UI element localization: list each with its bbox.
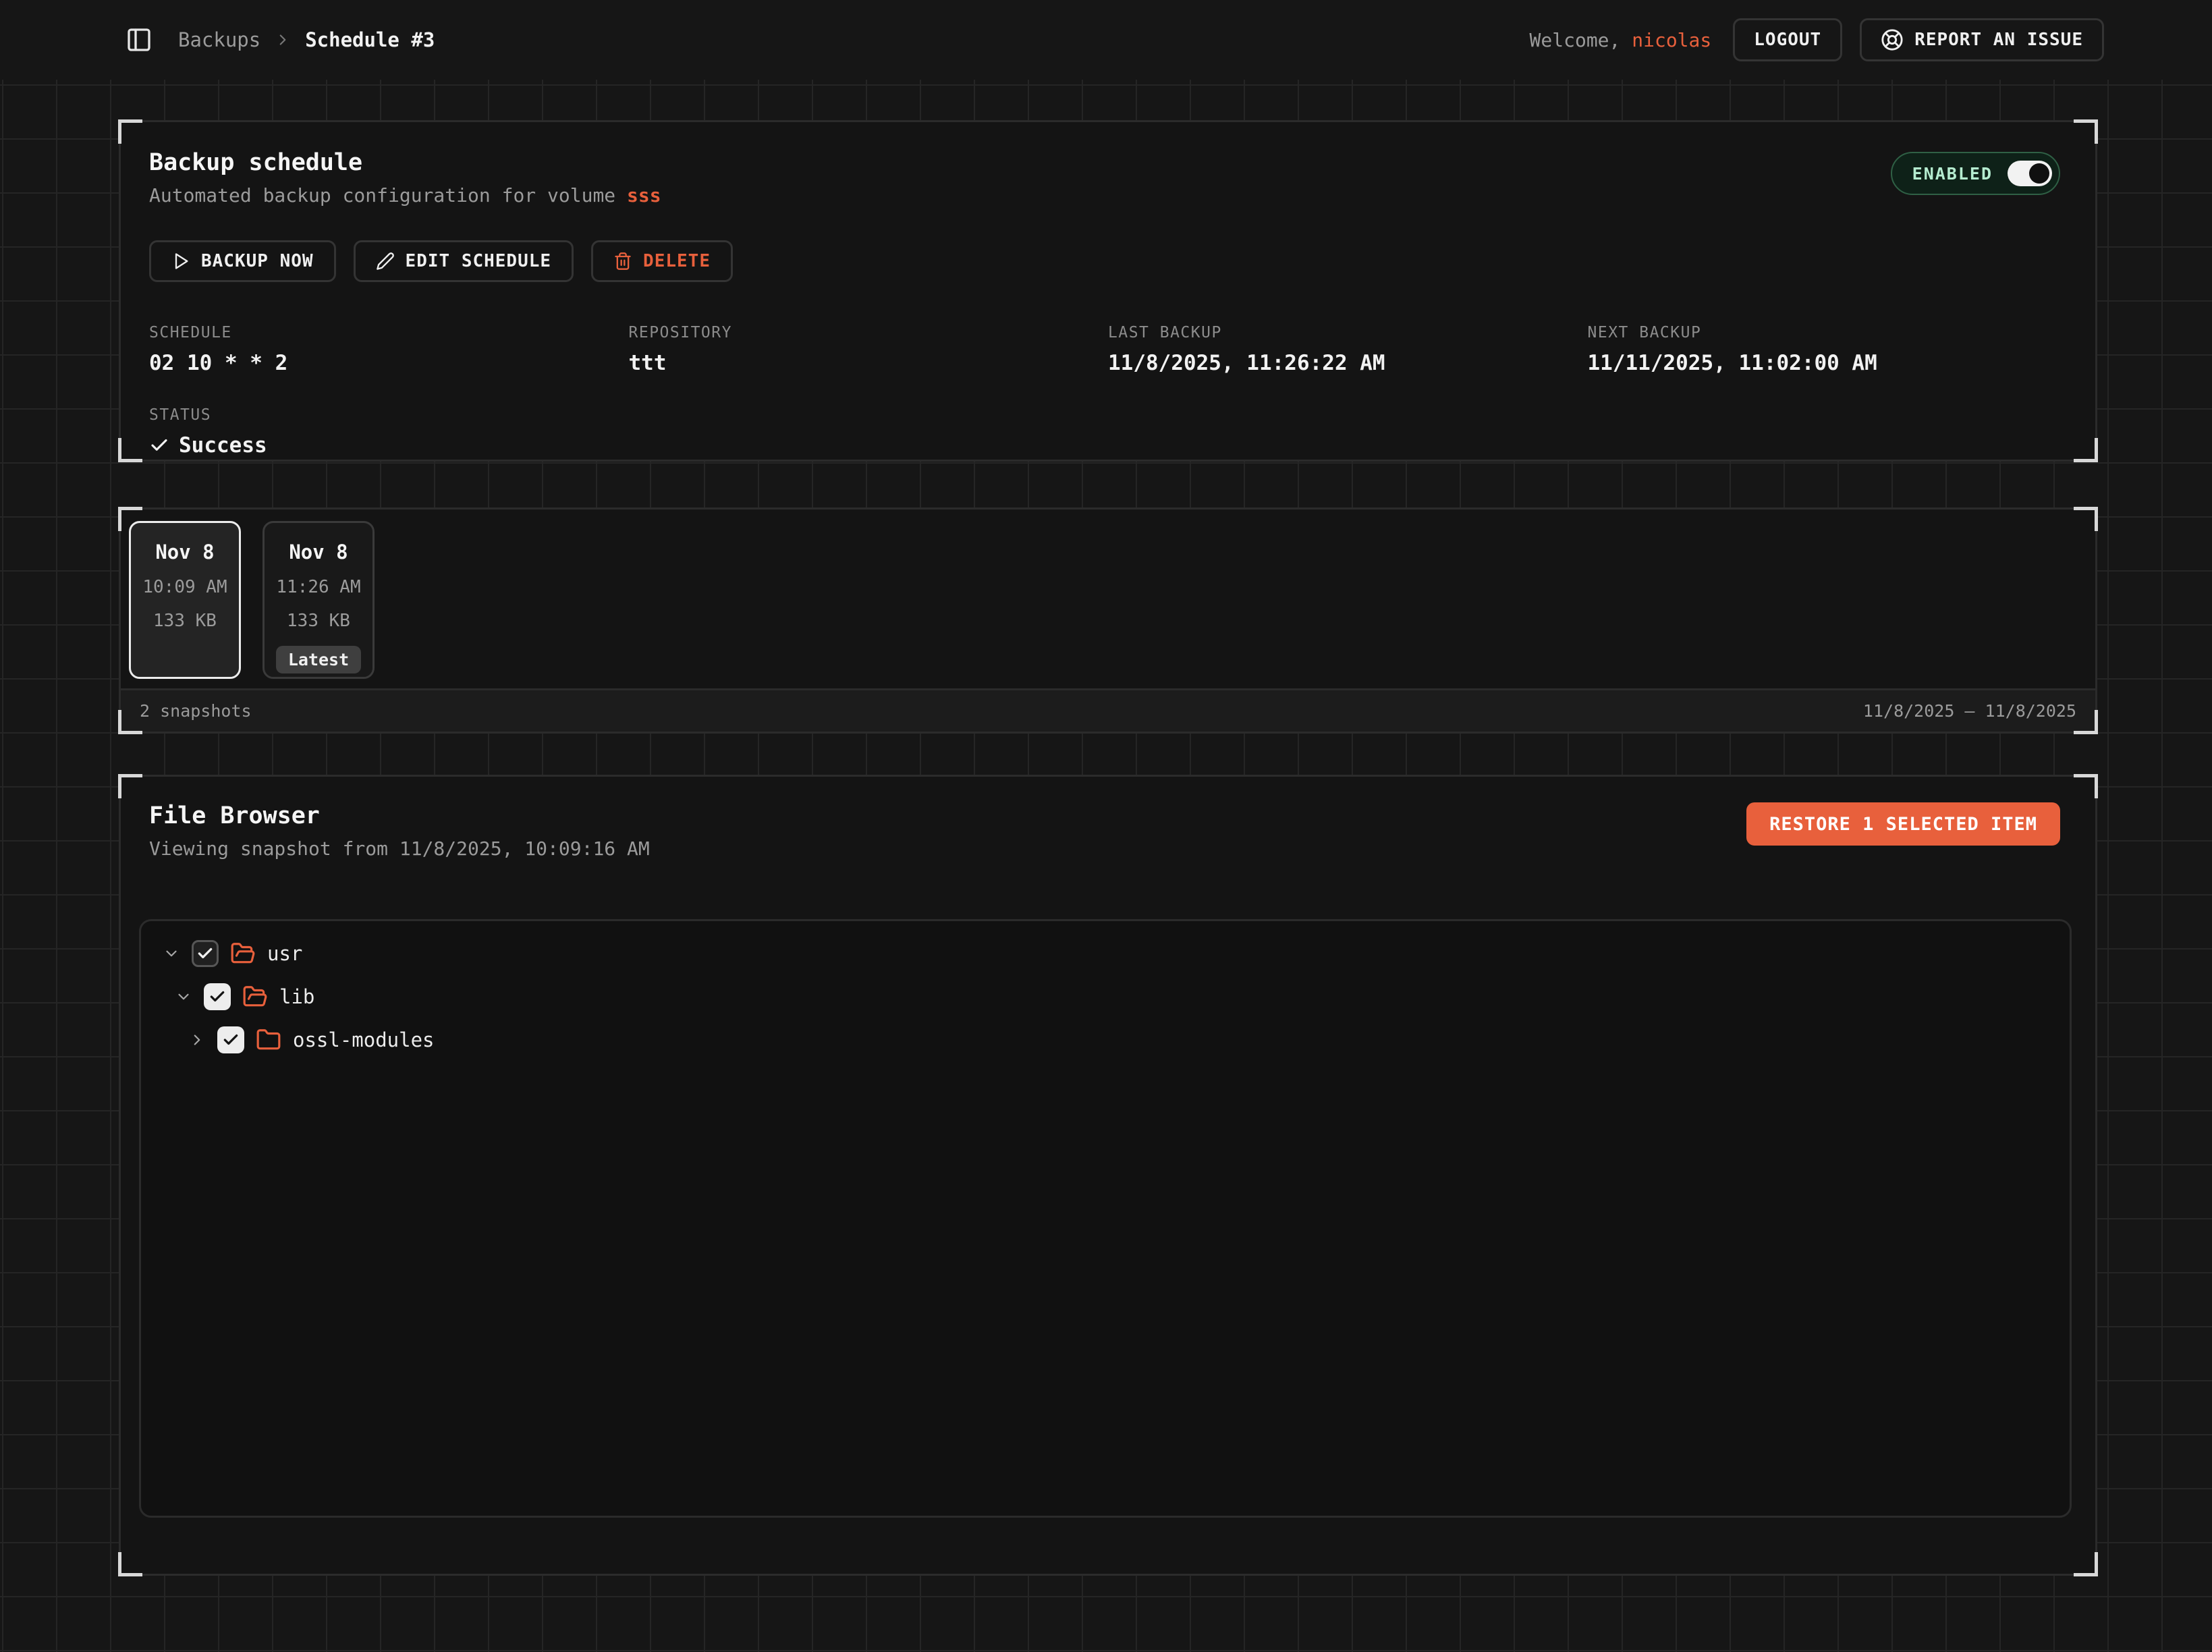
file-tree: usr lib ossl-modules: [139, 919, 2072, 1518]
corner-bracket: [118, 710, 142, 734]
corner-bracket: [118, 119, 142, 144]
corner-bracket: [2074, 774, 2098, 798]
field-last-backup: LAST BACKUP 11/8/2025, 11:26:22 AM: [1108, 324, 1588, 375]
restore-selected-button[interactable]: RESTORE 1 SELECTED ITEM: [1746, 802, 2060, 846]
logout-button[interactable]: LOGOUT: [1733, 18, 1842, 61]
corner-bracket: [118, 1552, 142, 1576]
file-browser-card: File Browser Viewing snapshot from 11/8/…: [119, 775, 2097, 1576]
edit-schedule-button[interactable]: EDIT SCHEDULE: [354, 240, 574, 282]
play-icon: [171, 252, 190, 271]
chevron-down-icon[interactable]: [175, 988, 192, 1006]
tree-row-ossl-modules[interactable]: ossl-modules: [141, 1018, 2070, 1062]
file-browser-subtitle: Viewing snapshot from 11/8/2025, 10:09:1…: [149, 837, 650, 860]
chevron-right-icon: [274, 31, 292, 49]
field-schedule: SCHEDULE 02 10 * * 2: [149, 324, 629, 375]
enabled-toggle[interactable]: ENABLED: [1891, 152, 2060, 195]
tree-row-usr[interactable]: usr: [141, 932, 2070, 975]
tree-row-lib[interactable]: lib: [141, 975, 2070, 1018]
panel-left-icon: [126, 26, 153, 53]
username: nicolas: [1632, 29, 1711, 51]
toggle-switch[interactable]: [2008, 161, 2052, 186]
backup-now-button[interactable]: BACKUP NOW: [149, 240, 336, 282]
top-bar: Backups Schedule #3 Welcome, nicolas LOG…: [0, 0, 2212, 80]
enabled-label: ENABLED: [1912, 164, 1993, 184]
checkbox-ossl-modules[interactable]: [217, 1026, 244, 1053]
field-repository: REPOSITORY ttt: [629, 324, 1109, 375]
breadcrumb-current: Schedule #3: [305, 28, 435, 51]
toggle-knob: [2029, 163, 2049, 184]
breadcrumb: Backups Schedule #3: [178, 28, 435, 51]
latest-badge: Latest: [276, 646, 361, 673]
file-browser-title: File Browser: [149, 802, 650, 829]
trash-icon: [613, 252, 632, 271]
corner-bracket: [2074, 507, 2098, 531]
sidebar-toggle-button[interactable]: [126, 26, 153, 53]
corner-bracket: [2074, 438, 2098, 462]
snapshots-footer: 2 snapshots 11/8/2025 – 11/8/2025: [121, 688, 2095, 732]
snapshots-timeline-card: Nov 8 10:09 AM 133 KB Nov 8 11:26 AM 133…: [119, 507, 2097, 734]
checkbox-usr[interactable]: [192, 940, 219, 967]
corner-bracket: [118, 507, 142, 531]
snapshot-date-range: 11/8/2025 – 11/8/2025: [1863, 701, 2076, 721]
chevron-down-icon[interactable]: [163, 945, 180, 962]
checkbox-lib[interactable]: [204, 983, 231, 1010]
snapshot-card-selected[interactable]: Nov 8 10:09 AM 133 KB: [129, 521, 241, 679]
welcome-text: Welcome, nicolas: [1530, 29, 1712, 51]
chevron-right-icon[interactable]: [188, 1031, 206, 1049]
corner-bracket: [2074, 710, 2098, 734]
folder-icon: [256, 1027, 281, 1053]
status-badge: Success: [179, 433, 267, 458]
pencil-icon: [376, 252, 395, 271]
snapshot-count: 2 snapshots: [140, 701, 252, 721]
field-next-backup: NEXT BACKUP 11/11/2025, 11:02:00 AM: [1588, 324, 2068, 375]
field-status: STATUS Success: [149, 406, 2067, 458]
folder-open-icon: [242, 984, 268, 1010]
breadcrumb-backups[interactable]: Backups: [178, 28, 260, 51]
card-title: Backup schedule: [149, 149, 2067, 176]
corner-bracket: [118, 774, 142, 798]
life-buoy-icon: [1881, 28, 1904, 51]
snapshot-card-latest[interactable]: Nov 8 11:26 AM 133 KB Latest: [262, 521, 375, 679]
corner-bracket: [2074, 119, 2098, 144]
delete-button[interactable]: DELETE: [591, 240, 733, 282]
corner-bracket: [2074, 1552, 2098, 1576]
backup-schedule-card: ENABLED Backup schedule Automated backup…: [119, 120, 2097, 462]
folder-open-icon: [230, 941, 256, 966]
corner-bracket: [118, 438, 142, 462]
check-icon: [149, 435, 169, 456]
volume-name: sss: [627, 184, 661, 206]
card-subtitle: Automated backup configuration for volum…: [149, 184, 2067, 206]
report-issue-button[interactable]: REPORT AN ISSUE: [1860, 18, 2104, 61]
